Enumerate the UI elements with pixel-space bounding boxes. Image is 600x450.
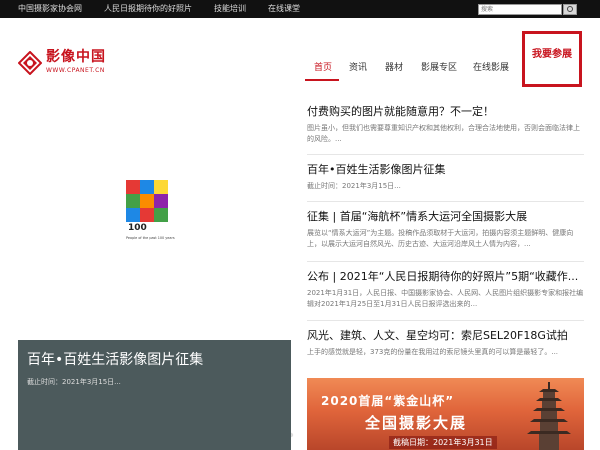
featured-slider[interactable]: 100 People of the past 100 years bbox=[18, 107, 294, 438]
site-logo[interactable]: 影像中国 WWW.CPANET.CN bbox=[18, 49, 128, 79]
nav-item-equipment[interactable]: 器材 bbox=[385, 62, 403, 74]
divider bbox=[307, 201, 584, 202]
banner-line3: 截稿日期：2021年3月31日 bbox=[389, 436, 497, 449]
nav-item-news[interactable]: 资讯 bbox=[349, 62, 367, 74]
nav-item-home[interactable]: 首页 bbox=[314, 62, 332, 74]
pagoda-icon bbox=[527, 382, 571, 450]
slider-caption[interactable]: 百年•百姓生活影像图片征集 截止时间：2021年3月15日... bbox=[18, 340, 291, 450]
news-item[interactable]: 付费购买的图片就能随意用？不一定！ 图片虽小，但我们也需要尊重知识产权和其他权利… bbox=[307, 105, 584, 145]
news-desc: 2021年1月31日，人民日报、中国摄影家协会、人民网、人民图片组织摄影专家和报… bbox=[307, 289, 584, 308]
svg-text:100: 100 bbox=[128, 223, 147, 233]
search-icon bbox=[567, 6, 573, 12]
nav-item-online-exhibition[interactable]: 在线影展 bbox=[473, 62, 509, 74]
divider bbox=[307, 320, 584, 321]
divider bbox=[307, 154, 584, 155]
join-label: 我要参展 bbox=[532, 49, 572, 60]
divider bbox=[307, 261, 584, 262]
search-button[interactable] bbox=[563, 4, 577, 15]
logo-url: WWW.CPANET.CN bbox=[46, 67, 105, 74]
contest-banner[interactable]: 2020首届“紫金山杯” 全国摄影大展 截稿日期：2021年3月31日 bbox=[307, 378, 584, 450]
news-title[interactable]: 百年•百姓生活影像图片征集 bbox=[307, 163, 584, 177]
top-link-training[interactable]: 技能培训 bbox=[214, 3, 246, 15]
news-desc: 图片虽小，但我们也需要尊重知识产权和其他权利，合理合法地使用，否则会面临法律上的… bbox=[307, 124, 580, 143]
nav-item-exhibition[interactable]: 影展专区 bbox=[421, 62, 457, 74]
news-desc: 截止时间：2021年3月15日... bbox=[307, 182, 401, 190]
news-title[interactable]: 征集 | 首届“海航杯”情系大运河全国摄影大展 bbox=[307, 210, 584, 224]
news-title[interactable]: 公布 | 2021年“人民日报期待你的好照片”5期“收藏作... bbox=[307, 270, 584, 284]
top-bar: 中国摄影家协会网 人民日报期待你的好照片 技能培训 在线课堂 搜索 bbox=[0, 0, 600, 18]
top-link-peoples-daily[interactable]: 人民日报期待你的好照片 bbox=[104, 3, 192, 15]
news-desc: 上手的感觉就是轻，373克的份量在我用过的索尼镜头里真的可以算是最轻了。... bbox=[307, 348, 559, 356]
search-input[interactable]: 搜索 bbox=[478, 4, 562, 15]
news-item[interactable]: 风光、建筑、人文、星空均可：索尼SEL20F18G试拍 上手的感觉就是轻，373… bbox=[307, 329, 584, 358]
logo-icon bbox=[18, 51, 42, 75]
news-item[interactable]: 公布 | 2021年“人民日报期待你的好照片”5期“收藏作... 2021年1月… bbox=[307, 270, 584, 310]
banner-line1: 2020首届“紫金山杯” bbox=[321, 394, 455, 408]
banner-line2: 全国摄影大展 bbox=[365, 414, 468, 432]
news-desc: 展览以“情系大运河”为主题。投稿作品须取材于大运河，拍摄内容须主题鲜明、健康向上… bbox=[307, 229, 574, 248]
news-title[interactable]: 风光、建筑、人文、星空均可：索尼SEL20F18G试拍 bbox=[307, 329, 584, 343]
news-item[interactable]: 征集 | 首届“海航杯”情系大运河全国摄影大展 展览以“情系大运河”为主题。投稿… bbox=[307, 210, 584, 250]
top-link-cpa[interactable]: 中国摄影家协会网 bbox=[18, 3, 82, 15]
top-link-online-class[interactable]: 在线课堂 bbox=[268, 3, 300, 15]
logo-name: 影像中国 bbox=[46, 49, 106, 65]
poster-caption: People of the past 100 years bbox=[126, 236, 175, 240]
join-exhibition-button[interactable]: 我要参展 bbox=[522, 31, 582, 87]
news-item[interactable]: 百年•百姓生活影像图片征集 截止时间：2021年3月15日... bbox=[307, 163, 584, 192]
news-title[interactable]: 付费购买的图片就能随意用？不一定！ bbox=[307, 105, 584, 119]
top-links: 中国摄影家协会网 人民日报期待你的好照片 技能培训 在线课堂 bbox=[18, 3, 300, 15]
slider-caption-date: 截止时间：2021年3月15日... bbox=[27, 378, 121, 386]
nav-active-indicator bbox=[305, 79, 339, 81]
slider-caption-title[interactable]: 百年•百姓生活影像图片征集 bbox=[27, 349, 203, 369]
poster-image: 100 People of the past 100 years bbox=[126, 180, 175, 240]
